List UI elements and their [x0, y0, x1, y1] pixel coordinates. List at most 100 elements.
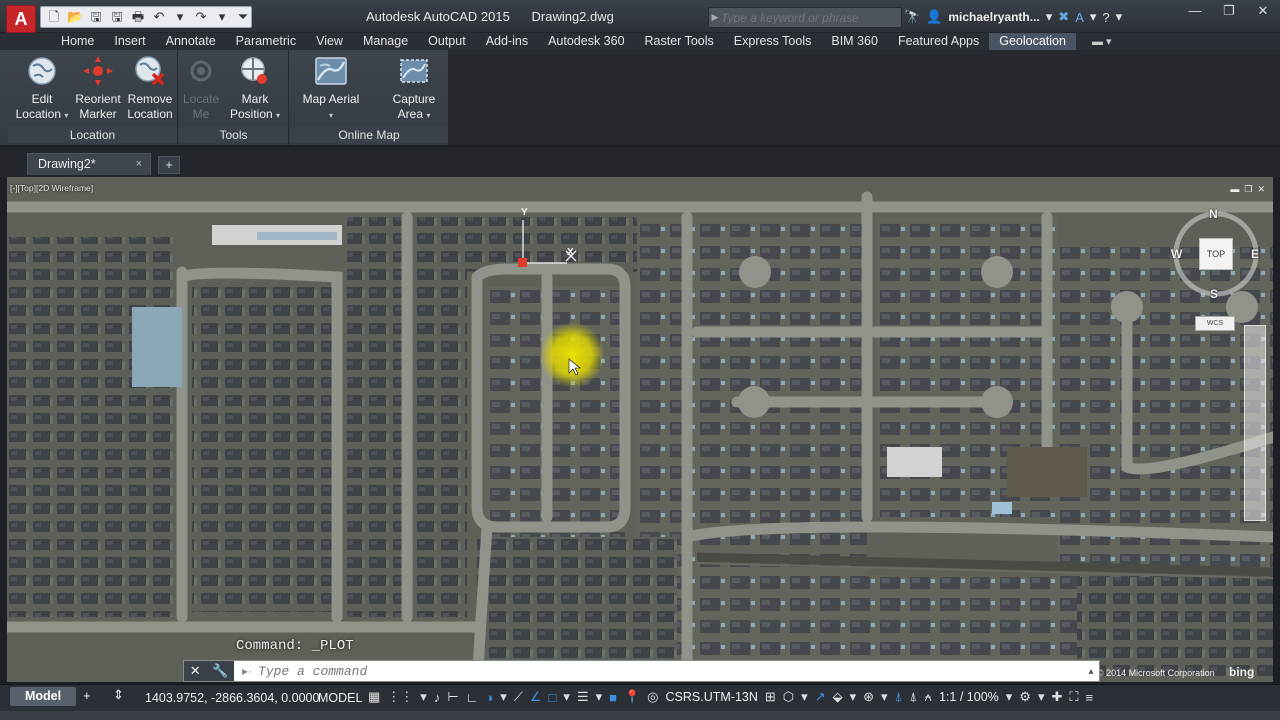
close-icon[interactable]: ✕	[1246, 0, 1280, 24]
command-input[interactable]	[258, 663, 1083, 679]
tab-geolocation[interactable]: Geolocation	[989, 33, 1076, 50]
grid-icon[interactable]: ▦	[368, 689, 380, 705]
customize-qat-icon[interactable]: ⏷	[235, 9, 251, 25]
sign-in-user[interactable]: michaelryanth...	[948, 10, 1039, 24]
lineweight-dropdown-icon[interactable]: ▾	[596, 689, 603, 705]
compass-west[interactable]: W	[1171, 247, 1182, 261]
tab-raster-tools[interactable]: Raster Tools	[635, 33, 724, 50]
polar-tracking-icon[interactable]: ◑	[485, 690, 493, 705]
capture-area-button[interactable]: Capture Area ▾	[386, 54, 442, 123]
tab-annotate[interactable]: Annotate	[156, 33, 226, 50]
reorient-marker-button[interactable]: Reorient Marker	[70, 54, 126, 122]
add-icon[interactable]: ✚	[1051, 689, 1062, 705]
isolate-dropdown-icon[interactable]: ▾	[881, 689, 888, 705]
user-dropdown-icon[interactable]: ▾	[1046, 9, 1053, 25]
tab-parametric[interactable]: Parametric	[226, 33, 306, 50]
osnap-dropdown-icon[interactable]: ▾	[563, 689, 570, 705]
open-file-icon[interactable]: 📂	[67, 9, 83, 25]
search-expand-icon[interactable]: ▶	[709, 8, 721, 27]
layout-list-icon[interactable]: ⇕	[113, 687, 124, 703]
viewport-restore-icon[interactable]: ❐	[1244, 184, 1252, 195]
drawing-viewport[interactable]: [-][Top][2D Wireframe] ▬ ❐ ✕ Y X TOP N S…	[7, 177, 1273, 682]
map-aerial-button[interactable]: Map Aerial ▾	[300, 54, 362, 123]
snap-dropdown-icon[interactable]: ▾	[420, 689, 427, 705]
workspace-gear-icon[interactable]: ⚙	[1019, 689, 1031, 705]
edit-location-button[interactable]: Edit Location ▾	[14, 54, 70, 123]
undo-dropdown-icon[interactable]: ▾	[172, 9, 188, 25]
scale-dropdown-icon[interactable]: ▾	[1006, 689, 1013, 705]
selection-cycling-icon[interactable]: ■	[609, 690, 617, 705]
edit-location-dropdown-icon[interactable]: ▾	[64, 111, 68, 120]
mark-position-dropdown-icon[interactable]: ▾	[276, 111, 280, 120]
viewcube-top-face[interactable]: TOP	[1199, 238, 1233, 270]
capture-area-dropdown-icon[interactable]: ▾	[426, 111, 430, 120]
minimize-icon[interactable]: —	[1178, 0, 1212, 24]
new-tab-button[interactable]: +	[158, 156, 180, 174]
geolocation-marker-icon[interactable]: 📍	[624, 689, 640, 705]
gizmo-dropdown-icon[interactable]: ▾	[850, 689, 857, 705]
ribbon-minimize-icon[interactable]: ▬ ▾	[1092, 35, 1112, 48]
infer-constraints-icon[interactable]: ♪	[434, 690, 441, 705]
object-snap-icon[interactable]: □	[549, 690, 557, 705]
a360-dropdown-icon[interactable]: ▾	[1090, 9, 1097, 25]
viewport-close-icon[interactable]: ✕	[1257, 184, 1265, 195]
map-aerial-dropdown-icon[interactable]: ▾	[329, 111, 333, 120]
object-snap-tracking-icon[interactable]: ∠	[530, 689, 542, 705]
viewport-minimize-icon[interactable]: ▬	[1230, 184, 1239, 195]
add-layout-icon[interactable]: +	[83, 688, 91, 703]
recent-commands-icon[interactable]: ▸·	[234, 664, 258, 678]
redo-dropdown-icon[interactable]: ▾	[214, 9, 230, 25]
dynamic-input-icon[interactable]: ⊢	[447, 689, 458, 705]
coordinate-system[interactable]: CSRS.UTM-13N	[666, 690, 758, 704]
command-history-toggle-icon[interactable]: ▴	[1083, 666, 1099, 677]
viewcube[interactable]: TOP N S E W	[1167, 207, 1267, 307]
dynamic-ucs-icon[interactable]: ↗	[815, 689, 826, 705]
auto-scale-icon[interactable]: ⍋	[909, 689, 917, 705]
tab-view[interactable]: View	[306, 33, 353, 50]
model-layout-tab[interactable]: Model	[10, 687, 76, 706]
tab-autodesk-360[interactable]: Autodesk 360	[538, 33, 634, 50]
autodesk-a360-icon[interactable]: A	[1075, 10, 1084, 25]
tab-home[interactable]: Home	[51, 33, 104, 50]
locate-me-button[interactable]: Locate Me	[173, 54, 229, 122]
tab-express-tools[interactable]: Express Tools	[724, 33, 822, 50]
compass-east[interactable]: E	[1251, 247, 1259, 261]
save-icon[interactable]: 🖫	[88, 9, 104, 25]
customize-command-line-icon[interactable]: 🔧	[212, 663, 228, 679]
search-input[interactable]	[721, 10, 901, 25]
customization-icon[interactable]: ≡	[1086, 690, 1094, 705]
remove-location-button[interactable]: Remove Location	[122, 54, 178, 122]
plot-icon[interactable]: 🖶	[130, 9, 146, 25]
annotation-monitor-icon[interactable]: ⍲	[924, 689, 932, 705]
new-file-icon[interactable]: 🗋	[46, 9, 62, 25]
3d-osnap-dropdown-icon[interactable]: ▾	[801, 689, 808, 705]
compass-north[interactable]: N	[1209, 207, 1218, 221]
redo-icon[interactable]: ↷	[193, 9, 209, 25]
mark-position-button[interactable]: Mark Position ▾	[227, 54, 283, 123]
filter-icon[interactable]: ⬙	[833, 689, 843, 705]
isolate-objects-icon[interactable]: ⊛	[863, 689, 874, 705]
close-tab-icon[interactable]: ×	[136, 154, 142, 174]
help-icon[interactable]: ?	[1102, 10, 1109, 25]
ortho-icon[interactable]: ∟	[466, 690, 479, 705]
tab-manage[interactable]: Manage	[353, 33, 418, 50]
annotation-visibility-icon[interactable]: ⊞	[765, 689, 776, 705]
snap-icon[interactable]: ⋮⋮	[387, 689, 413, 705]
model-space-toggle[interactable]: MODEL	[318, 691, 362, 705]
undo-icon[interactable]: ↶	[151, 9, 167, 25]
polar-dropdown-icon[interactable]: ▾	[500, 689, 507, 705]
application-menu-button[interactable]: A	[6, 5, 36, 33]
tab-featured-apps[interactable]: Featured Apps	[888, 33, 989, 50]
binoculars-icon[interactable]: 🔭	[904, 9, 920, 25]
isodraft-icon[interactable]: ⟋	[514, 689, 523, 705]
annotation-scale[interactable]: 1:1 / 100%	[939, 690, 999, 704]
save-as-icon[interactable]: 🖫	[109, 9, 125, 25]
help-dropdown-icon[interactable]: ▾	[1116, 9, 1123, 25]
tab-insert[interactable]: Insert	[104, 33, 155, 50]
tab-add-ins[interactable]: Add-ins	[476, 33, 538, 50]
tab-bim-360[interactable]: BIM 360	[821, 33, 888, 50]
exchange-apps-icon[interactable]: ✖	[1058, 9, 1069, 25]
wcs-menu[interactable]: WCS	[1195, 316, 1235, 331]
file-tab-drawing2[interactable]: Drawing2* ×	[27, 153, 151, 175]
workspace-dropdown-icon[interactable]: ▾	[1038, 689, 1045, 705]
